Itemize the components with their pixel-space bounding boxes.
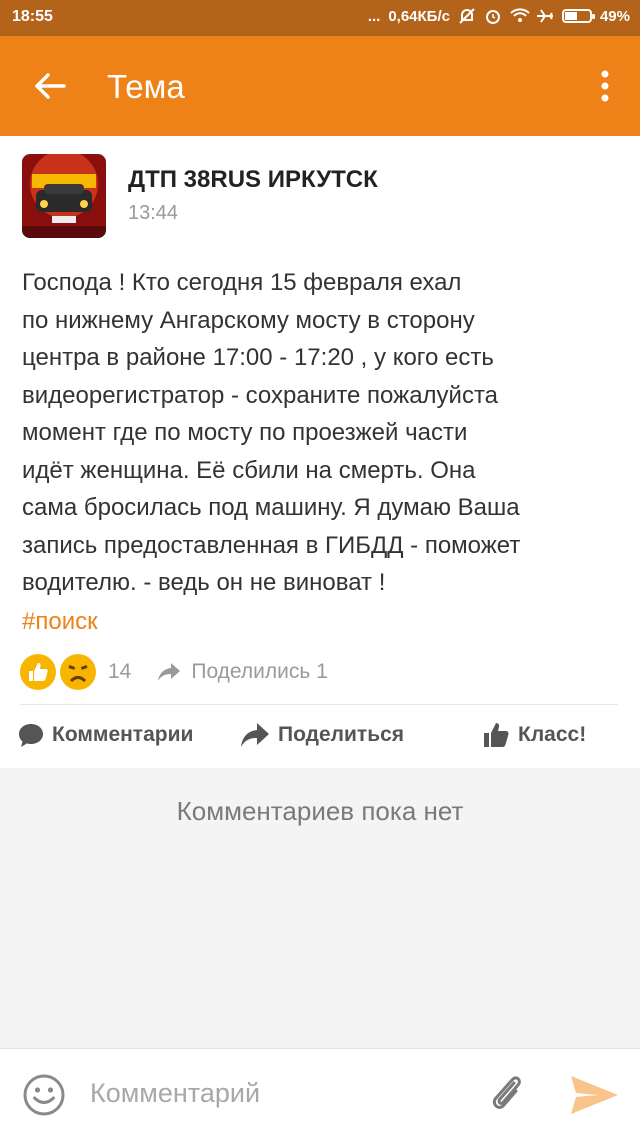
post-card: ДТП 38RUS ИРКУТСК 13:44 Господа ! Кто се…: [0, 136, 640, 768]
battery-icon: [561, 9, 595, 23]
mute-icon: [458, 7, 476, 25]
group-avatar[interactable]: [22, 154, 106, 238]
share-label: Поделиться: [278, 723, 405, 746]
divider: [20, 704, 618, 705]
smiley-icon[interactable]: [22, 1073, 66, 1117]
share-icon: [241, 723, 269, 747]
post-text: Господа ! Кто сегодня 15 февраля ехал по…: [22, 264, 622, 602]
like-reaction-icon: [20, 654, 56, 690]
alarm-icon: [484, 7, 502, 25]
post-text-line: Господа ! Кто сегодня 15 февраля ехал: [22, 269, 462, 296]
post-text-line: идёт женщина. Её сбили на смерть. Она: [22, 456, 476, 484]
shares-info[interactable]: Поделились 1: [157, 660, 328, 684]
shares-text: Поделились 1: [191, 660, 328, 683]
comments-label: Комментарии: [52, 723, 194, 746]
app-bar: Тема: [0, 36, 640, 136]
post-text-line: водителю. - ведь он не виноват !: [22, 569, 386, 596]
status-bar: 18:55 ... 0,64КБ/с 49%: [0, 0, 640, 36]
comment-input[interactable]: [90, 1075, 470, 1111]
post-text-line: момент где по мосту по проезжей части: [22, 419, 468, 446]
comments-area: Комментариев пока нет: [0, 768, 640, 1048]
post-time: 13:44: [128, 202, 179, 224]
post-text-line: по нижнему Ангарскому мосту в сторону: [22, 306, 475, 334]
thumbs-up-icon: [484, 723, 509, 747]
comment-bubble-icon: [19, 724, 43, 747]
status-icons: ... 0,64КБ/с 49%: [368, 7, 630, 25]
airplane-mode-icon: [536, 7, 554, 25]
page-title: Тема: [107, 68, 185, 105]
share-arrow-icon: [158, 663, 181, 681]
post-text-line: сама бросилась под машину. Я думаю Ваша: [22, 494, 520, 521]
network-speed: 0,64КБ/с: [388, 7, 450, 25]
post-author[interactable]: ДТП 38RUS ИРКУТСК: [128, 166, 378, 194]
comments-button[interactable]: Комментарии: [18, 722, 193, 748]
post-text-line: центра в районе 17:00 - 17:20 , у кого е…: [22, 344, 494, 371]
like-label: Класс!: [518, 723, 587, 746]
share-button[interactable]: Поделиться: [240, 722, 404, 748]
battery-percent: 49%: [599, 7, 630, 25]
post-text-line: запись предоставленная в ГИБДД - поможет: [22, 531, 521, 559]
comment-input-bar: [0, 1048, 640, 1136]
post-text-line: видеорегистратор - сохраните пожалуйста: [22, 381, 499, 409]
sad-reaction-icon: [60, 654, 96, 690]
reactions-row[interactable]: 14 Поделились 1: [20, 652, 328, 692]
send-icon[interactable]: [568, 1073, 620, 1117]
paperclip-icon[interactable]: [486, 1071, 526, 1115]
status-dots: ...: [367, 7, 381, 25]
no-comments-text: Комментариев пока нет: [176, 796, 464, 826]
wifi-icon: [510, 7, 530, 25]
more-options-icon[interactable]: [600, 69, 610, 103]
hashtag-link[interactable]: #поиск: [22, 608, 98, 636]
reactions-count: 14: [108, 660, 132, 683]
like-button[interactable]: Класс!: [482, 722, 586, 748]
status-time: 18:55: [12, 8, 53, 25]
back-arrow-icon[interactable]: [30, 66, 70, 106]
post-actions: Комментарии Поделиться Класс!: [0, 716, 640, 760]
